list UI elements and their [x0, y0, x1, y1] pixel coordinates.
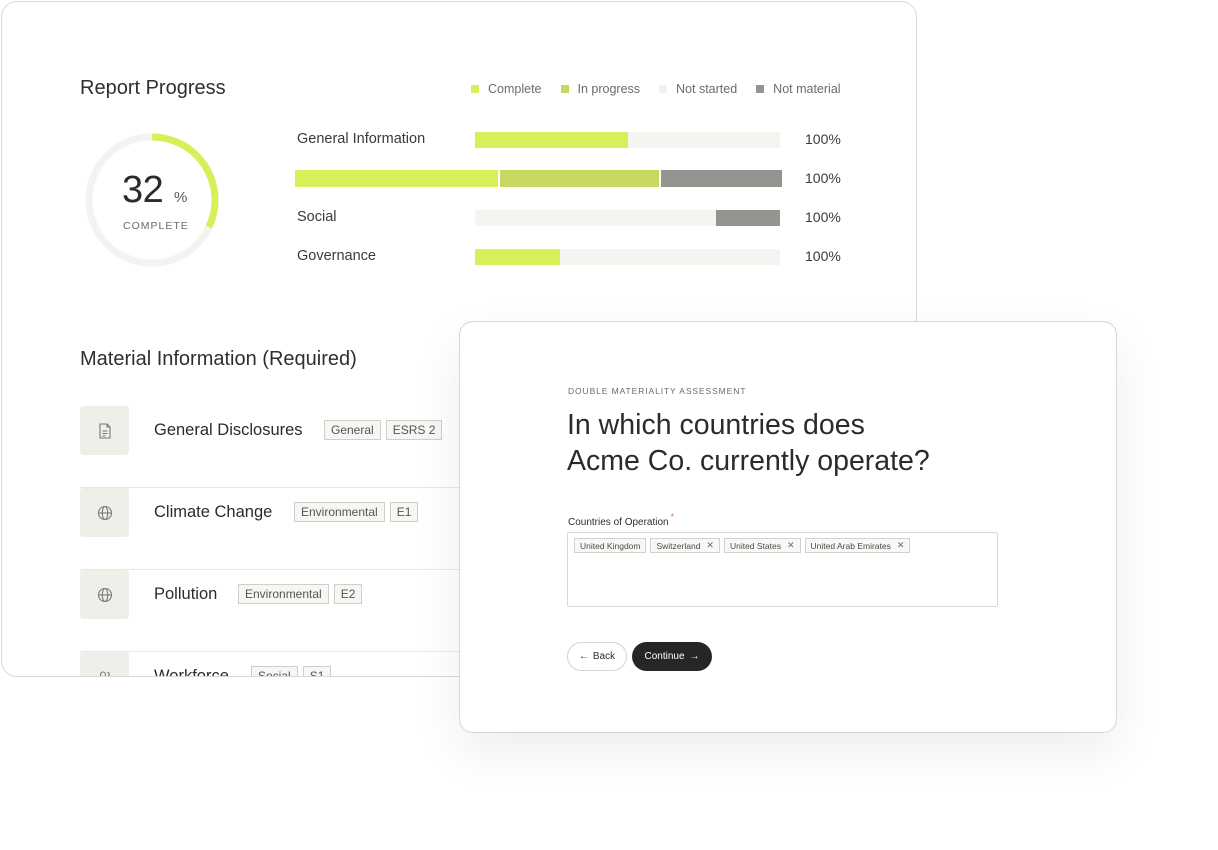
material-item-name: Workforce — [154, 667, 229, 677]
document-icon — [80, 406, 129, 455]
chip-label: United States — [729, 540, 781, 551]
progress-segment-not-material — [661, 170, 782, 187]
progress-row-label: Governance — [297, 248, 376, 264]
legend-not-material: Not material — [756, 82, 841, 96]
globe-icon — [80, 570, 129, 619]
progress-row-social: Social 100% — [2, 209, 916, 229]
tag: Environmental — [238, 584, 329, 604]
countries-field-label: Countries of Operation * — [568, 512, 674, 528]
tag: Social — [251, 666, 298, 676]
legend-swatch-in-progress — [560, 85, 569, 93]
progress-bar — [295, 170, 782, 187]
continue-button[interactable]: Continue → — [632, 642, 712, 671]
chip-label: United Kingdom — [580, 540, 641, 551]
progress-bar — [475, 132, 780, 148]
tag: Environmental — [294, 502, 385, 522]
material-item-workforce[interactable]: Workforce Social S1 — [80, 652, 480, 677]
arrow-left-icon: ← — [578, 651, 589, 662]
chip-label: Switzerland — [656, 540, 701, 551]
users-icon — [80, 652, 129, 676]
material-item-pollution[interactable]: Pollution Environmental E2 — [80, 570, 480, 652]
legend-in-progress: In progress — [560, 82, 641, 96]
material-item-name: Pollution — [154, 585, 218, 603]
progress-segment-not-started — [560, 249, 780, 265]
tag: General — [324, 420, 381, 440]
progress-row-percent: 100% — [805, 170, 841, 186]
progress-segment-complete — [475, 249, 561, 265]
country-chip: United Arab Emirates ✕ — [804, 538, 911, 553]
legend-swatch-complete — [471, 85, 479, 93]
progress-segment-not-started — [627, 132, 780, 148]
globe-icon — [80, 488, 129, 537]
arrow-right-icon: → — [689, 651, 700, 662]
progress-row-label: Social — [297, 209, 337, 225]
dialog-question: In which countries does Acme Co. current… — [567, 407, 1027, 479]
progress-legend: Complete In progress Not started Not mat… — [471, 82, 841, 96]
field-label-text: Countries of Operation — [568, 517, 669, 528]
material-item-general-disclosures[interactable]: General Disclosures General ESRS 2 — [80, 406, 480, 488]
tag: E2 — [333, 584, 363, 604]
remove-chip-icon[interactable]: ✕ — [706, 540, 714, 551]
legend-label: In progress — [577, 82, 641, 96]
progress-row-environmental: 100% — [2, 170, 916, 190]
back-button-label: Back — [592, 651, 616, 662]
progress-bar — [475, 249, 780, 265]
dialog-eyebrow: DOUBLE MATERIALITY ASSESSMENT — [568, 386, 747, 396]
legend-label: Complete — [488, 82, 542, 96]
progress-segment-not-material — [715, 210, 780, 226]
tag: E1 — [389, 502, 419, 522]
legend-not-started: Not started — [659, 82, 737, 96]
material-item-name: General Disclosures — [154, 421, 303, 439]
progress-row-percent: 100% — [805, 209, 841, 225]
report-progress-title: Report Progress — [80, 77, 226, 99]
material-information-title: Material Information (Required) — [80, 348, 357, 370]
progress-row-general-information: General Information 100% — [2, 131, 916, 151]
progress-row-percent: 100% — [805, 248, 841, 264]
overall-progress-unit: % — [174, 189, 188, 206]
progress-segment-in-progress — [499, 170, 660, 187]
progress-row-percent: 100% — [805, 131, 841, 147]
continue-button-label: Continue — [644, 651, 685, 662]
question-line: Acme Co. currently operate? — [567, 445, 930, 477]
remove-chip-icon[interactable]: ✕ — [787, 540, 795, 551]
progress-row-governance: Governance 100% — [2, 248, 916, 268]
progress-segment-not-started — [475, 210, 716, 226]
material-item-tags: Environmental E2 — [238, 584, 367, 604]
material-item-tags: General ESRS 2 — [324, 420, 447, 440]
progress-row-label: General Information — [297, 131, 426, 147]
progress-segment-complete — [475, 132, 628, 148]
legend-label: Not started — [676, 82, 738, 96]
material-item-tags: Social S1 — [251, 666, 336, 676]
material-item-name: Climate Change — [154, 503, 273, 521]
required-marker: * — [670, 512, 675, 522]
legend-swatch-not-started — [659, 85, 668, 93]
country-chip: United Kingdom — [574, 538, 647, 553]
tag: S1 — [302, 666, 332, 676]
material-item-tags: Environmental E1 — [294, 502, 423, 522]
materiality-assessment-dialog: DOUBLE MATERIALITY ASSESSMENT In which c… — [459, 321, 1117, 733]
question-line: In which countries does — [567, 409, 865, 441]
legend-swatch-not-material — [756, 85, 765, 93]
country-chip: Switzerland ✕ — [650, 538, 720, 553]
remove-chip-icon[interactable]: ✕ — [897, 540, 905, 551]
legend-label: Not material — [773, 82, 841, 96]
chip-label: United Arab Emirates — [810, 540, 891, 551]
back-button[interactable]: ← Back — [567, 642, 627, 671]
progress-segment-complete — [295, 170, 498, 187]
material-item-climate-change[interactable]: Climate Change Environmental E1 — [80, 488, 480, 570]
tag: ESRS 2 — [385, 420, 443, 440]
progress-bar — [475, 210, 780, 226]
country-chip: United States ✕ — [723, 538, 801, 553]
legend-complete: Complete — [471, 82, 542, 96]
countries-multiselect[interactable]: United Kingdom Switzerland ✕ United Stat… — [567, 532, 998, 607]
